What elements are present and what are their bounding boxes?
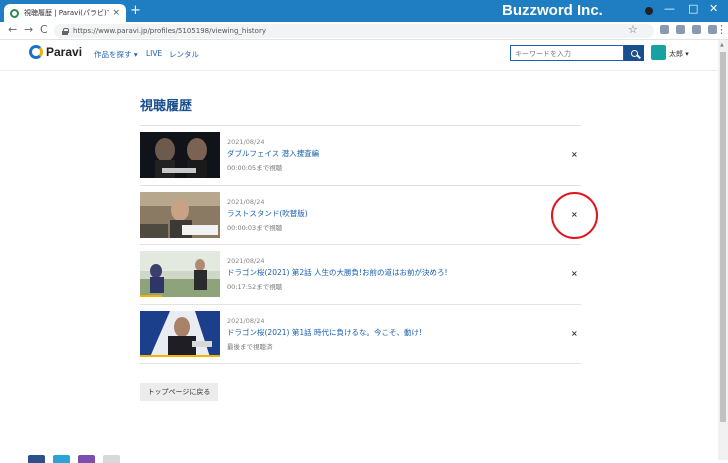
video-thumbnail[interactable]: [140, 310, 220, 357]
thumbnail-image: [140, 310, 220, 357]
paravi-logo[interactable]: Paravi: [29, 45, 82, 59]
bookmark-star-icon[interactable]: ☆: [628, 23, 638, 36]
tab-title: 視聴履歴 | Paravi(パラビ)で見る: [24, 9, 109, 17]
delete-history-icon[interactable]: ×: [571, 329, 578, 338]
tab-close-icon[interactable]: ×: [112, 8, 120, 18]
watch-status: 00:00:05まで視聴: [227, 164, 283, 172]
paravi-favicon-icon: [10, 8, 19, 18]
profile-icon[interactable]: [645, 7, 653, 15]
search-input[interactable]: キーワードを入力: [510, 45, 624, 61]
watch-progress-bar: [140, 295, 163, 297]
history-meta: 2021/08/24 ドラゴン桜(2021) 第1話 時代に負けるな。今こそ、動…: [227, 317, 422, 351]
watermark-brand: Buzzword Inc.: [502, 2, 603, 19]
video-thumbnail[interactable]: [140, 191, 220, 238]
watch-date: 2021/08/24: [227, 197, 265, 206]
nav-live[interactable]: LIVE: [146, 49, 162, 58]
video-title-link[interactable]: ダブルフェイス 潜入捜査編: [227, 148, 319, 159]
user-menu[interactable]: 太郎 ▾: [669, 49, 689, 59]
scroll-thumb[interactable]: [720, 52, 726, 422]
annotation-highlight-circle: [551, 192, 598, 239]
watch-date: 2021/08/24: [227, 316, 265, 325]
page-scrollbar[interactable]: ▲: [718, 40, 728, 460]
thumbnail-image: [140, 191, 220, 238]
watch-progress-bar: [140, 354, 220, 357]
history-item[interactable]: 2021/08/24 ダブルフェイス 潜入捜査編 00:00:05まで視聴 ×: [140, 126, 581, 186]
history-item[interactable]: 2021/08/24 ラストスタンド(吹替版) 00:00:03まで視聴 ×: [140, 186, 581, 245]
video-title-link[interactable]: ドラゴン桜(2021) 第2話 人生の大勝負!お前の道はお前が決めろ!: [227, 267, 448, 278]
avatar[interactable]: [651, 45, 666, 60]
watch-date: 2021/08/24: [227, 257, 265, 265]
reload-icon[interactable]: C: [40, 23, 48, 36]
address-bar[interactable]: https://www.paravi.jp/profiles/5105198/v…: [54, 24, 654, 38]
scroll-up-icon[interactable]: ▲: [720, 42, 724, 48]
footer-icons: [28, 455, 120, 463]
watch-status: 00:00:03まで視聴: [227, 223, 283, 232]
browser-toolbar: ← → C https://www.paravi.jp/profiles/510…: [0, 22, 728, 40]
delete-history-icon[interactable]: ×: [571, 150, 578, 159]
back-to-top-button[interactable]: トップページに戻る: [140, 383, 218, 401]
watch-status: 最後まで視聴済: [227, 342, 273, 351]
nav-genres[interactable]: 作品を探す ▾: [94, 49, 138, 60]
thumbnail-image: [140, 132, 220, 178]
footer-social-icon[interactable]: [78, 455, 95, 463]
video-title-link[interactable]: ドラゴン桜(2021) 第1話 時代に負けるな。今こそ、動け!: [227, 327, 422, 338]
history-item[interactable]: 2021/08/24 ドラゴン桜(2021) 第2話 人生の大勝負!お前の道はお…: [140, 245, 581, 305]
new-tab-button[interactable]: +: [130, 4, 141, 18]
search-icon: [630, 49, 638, 57]
footer-social-icon[interactable]: [28, 455, 45, 463]
back-arrow-icon[interactable]: ←: [8, 23, 17, 36]
delete-history-icon[interactable]: ×: [571, 269, 578, 278]
browser-titlebar: 視聴履歴 | Paravi(パラビ)で見る × + Buzzword Inc. …: [0, 0, 728, 22]
extension-icons: [660, 25, 717, 34]
video-thumbnail[interactable]: [140, 132, 220, 178]
minimize-button[interactable]: —: [664, 2, 675, 15]
history-meta: 2021/08/24 ドラゴン桜(2021) 第2話 人生の大勝負!お前の道はお…: [227, 257, 448, 291]
maximize-button[interactable]: □: [688, 2, 698, 15]
video-thumbnail[interactable]: [140, 251, 220, 297]
url-text: https://www.paravi.jp/profiles/5105198/v…: [73, 27, 266, 35]
history-item[interactable]: 2021/08/24 ドラゴン桜(2021) 第1話 時代に負けるな。今こそ、動…: [140, 305, 581, 364]
header-divider: [0, 70, 718, 71]
lock-icon: [62, 27, 69, 35]
logo-text: Paravi: [46, 45, 83, 59]
site-header: Paravi 作品を探す ▾ LIVE レンタル キーワードを入力 太郎 ▾: [0, 40, 718, 70]
history-meta: 2021/08/24 ダブルフェイス 潜入捜査編 00:00:05まで視聴: [227, 138, 319, 172]
watch-date: 2021/08/24: [227, 138, 265, 146]
history-list: 2021/08/24 ダブルフェイス 潜入捜査編 00:00:05まで視聴 × …: [140, 125, 581, 364]
history-meta: 2021/08/24 ラストスタンド(吹替版) 00:00:03まで視聴: [227, 198, 308, 232]
thumbnail-image: [140, 251, 220, 297]
window-close-button[interactable]: ✕: [709, 2, 718, 15]
paravi-logo-icon: [29, 45, 43, 59]
puzzle-icon[interactable]: [676, 25, 685, 34]
browser-menu-icon[interactable]: ⋮: [716, 23, 727, 36]
footer-social-icon[interactable]: [53, 455, 70, 463]
footer-social-icon[interactable]: [103, 455, 120, 463]
video-title-link[interactable]: ラストスタンド(吹替版): [227, 208, 308, 219]
extension-icon[interactable]: [660, 25, 669, 34]
browser-tab[interactable]: 視聴履歴 | Paravi(パラビ)で見る ×: [4, 4, 126, 22]
reading-list-icon[interactable]: [692, 25, 701, 34]
forward-arrow-icon[interactable]: →: [24, 23, 33, 36]
nav-rental[interactable]: レンタル: [169, 49, 199, 60]
search-button[interactable]: [624, 45, 644, 61]
watch-status: 00:17:52まで視聴: [227, 283, 283, 291]
page-title: 視聴履歴: [140, 99, 193, 114]
